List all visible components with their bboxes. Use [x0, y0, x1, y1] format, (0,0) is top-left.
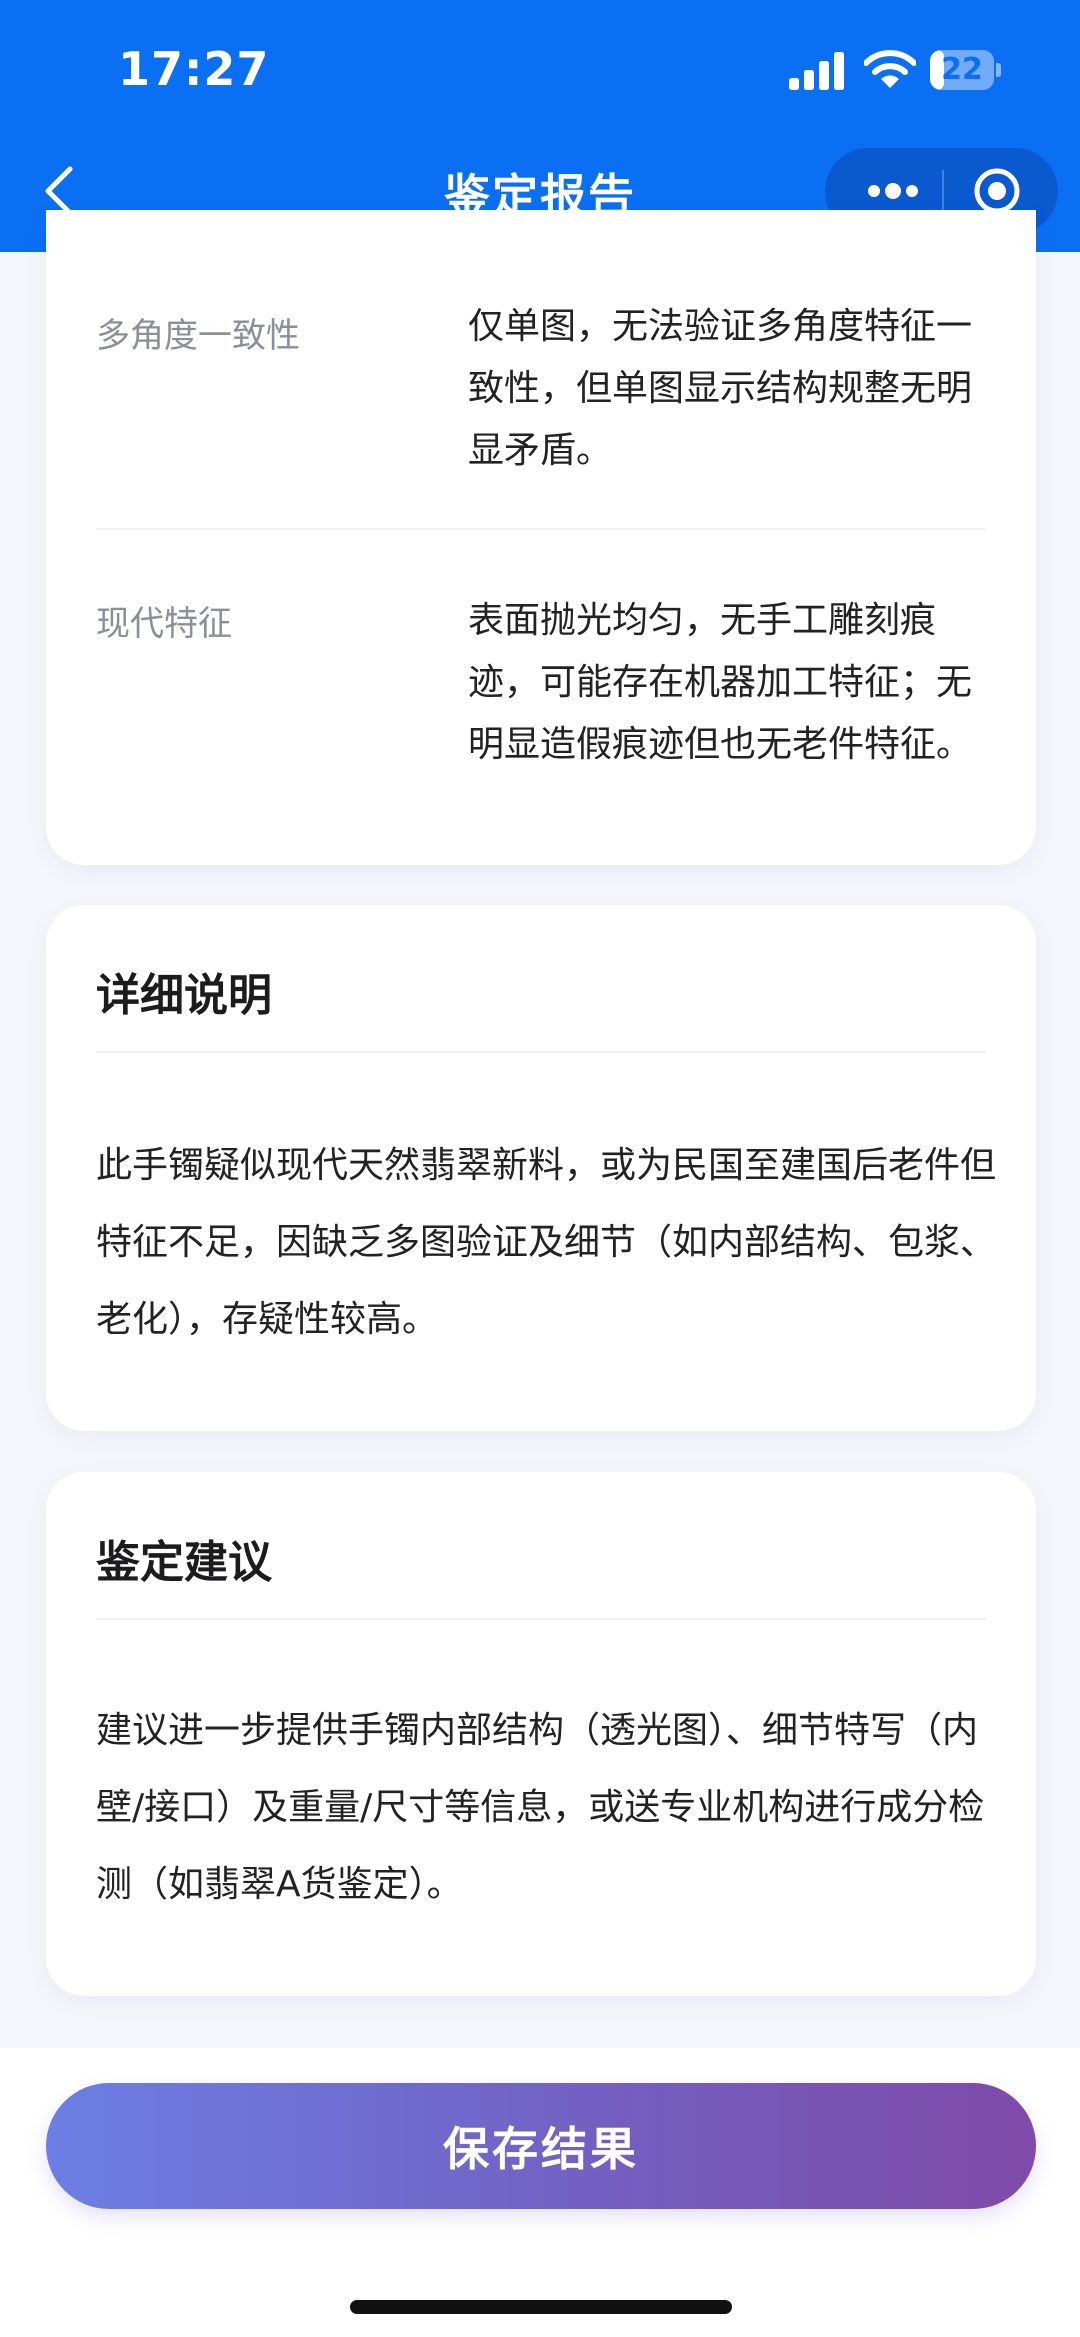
row-value: 仅单图，无法验证多角度特征一致性，但单图显示结构规整无明显矛盾。 [468, 306, 973, 471]
card-divider [96, 1618, 986, 1620]
card-title: 详细说明 [96, 970, 272, 1021]
row-value: 表面抛光均匀，无手工雕刻痕迹，可能存在机器加工特征；无明显造假痕迹但也无老件特征… [468, 600, 973, 765]
wifi-icon [864, 50, 916, 88]
battery-indicator: 22 [930, 50, 1002, 90]
row-divider [96, 528, 986, 530]
row-label: 现代特征 [96, 604, 232, 644]
battery-nub [996, 63, 1001, 77]
details-card: 详细说明 此手镯疑似现代天然翡翠新料，或为民国至建国后老件但特征不足，因缺乏多图… [46, 905, 1036, 1431]
analysis-row: 多角度一致性 仅单图，无法验证多角度特征一致性，但单图显示结构规整无明显矛盾。 [96, 306, 988, 508]
cellular-signal-icon [789, 52, 844, 90]
card-body: 建议进一步提供手镯内部结构（透光图）、细节特写（内壁/接口）及重量/尺寸等信息，… [96, 1710, 985, 1905]
card-divider [96, 1051, 986, 1053]
battery-body: 22 [930, 50, 994, 90]
analysis-card: 多角度一致性 仅单图，无法验证多角度特征一致性，但单图显示结构规整无明显矛盾。 … [46, 210, 1036, 865]
row-label: 多角度一致性 [96, 316, 300, 356]
status-time: 17:27 [118, 42, 270, 96]
card-body: 此手镯疑似现代天然翡翠新料，或为民国至建国后老件但特征不足，因缺乏多图验证及细节… [96, 1145, 997, 1340]
home-indicator [350, 2300, 732, 2314]
save-result-button[interactable]: 保存结果 [46, 2083, 1036, 2209]
card-title: 鉴定建议 [96, 1537, 272, 1588]
capsule-divider [942, 170, 944, 212]
suggestion-card: 鉴定建议 建议进一步提供手镯内部结构（透光图）、细节特写（内壁/接口）及重量/尺… [46, 1472, 1036, 1996]
battery-percent: 22 [941, 52, 983, 87]
analysis-row: 现代特征 表面抛光均匀，无手工雕刻痕迹，可能存在机器加工特征；无明显造假痕迹但也… [96, 596, 988, 796]
